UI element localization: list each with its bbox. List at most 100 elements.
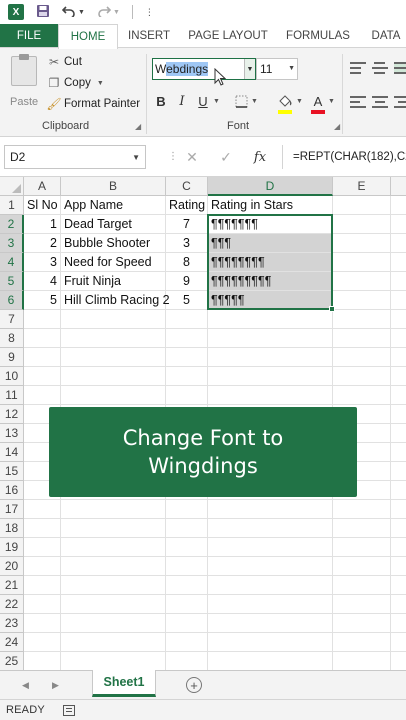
cell-c3[interactable]: 3 [166,234,208,253]
cell-f5[interactable] [391,272,406,291]
cell-e3[interactable] [333,234,391,253]
cell-f18[interactable] [391,519,406,538]
cut-button[interactable]: ✂ Cut [46,52,82,72]
column-header-a[interactable]: A [24,177,61,196]
cell-d6[interactable]: ¶¶¶¶¶ [208,291,333,310]
cell-e5[interactable] [333,272,391,291]
cell-d20[interactable] [208,557,333,576]
cell-d18[interactable] [208,519,333,538]
cell-d25[interactable] [208,652,333,670]
tab-formulas[interactable]: FORMULAS [284,24,352,48]
font-name-combobox[interactable]: Webdings ▼ [152,58,256,80]
row-header-16[interactable]: 16 [0,481,24,500]
cell-d7[interactable] [208,310,333,329]
cell-e8[interactable] [333,329,391,348]
borders-icon[interactable] [232,92,250,110]
column-header-c[interactable]: C [166,177,208,196]
column-header-f[interactable] [391,177,406,196]
column-header-e[interactable]: E [333,177,391,196]
cell-d10[interactable] [208,367,333,386]
cell-e18[interactable] [333,519,391,538]
cell-b8[interactable] [61,329,166,348]
row-header-11[interactable]: 11 [0,386,24,405]
cell-d24[interactable] [208,633,333,652]
cell-b6[interactable]: Hill Climb Racing 2 [61,291,170,310]
cell-b24[interactable] [61,633,166,652]
align-middle-icon[interactable] [372,62,388,74]
column-header-b[interactable]: B [61,177,166,196]
insert-function-button[interactable]: fx [249,147,271,167]
cell-e9[interactable] [333,348,391,367]
align-bottom-icon[interactable] [394,62,406,74]
cell-a2[interactable]: 1 [24,215,61,234]
cell-b2[interactable]: Dead Target [61,215,166,234]
cell-b17[interactable] [61,500,166,519]
cell-d23[interactable] [208,614,333,633]
cell-c21[interactable] [166,576,208,595]
cell-f23[interactable] [391,614,406,633]
tab-home[interactable]: HOME [58,24,118,49]
cell-b9[interactable] [61,348,166,367]
cell-d19[interactable] [208,538,333,557]
formula-input[interactable]: =REPT(CHAR(182),C2 [282,145,406,169]
cell-c22[interactable] [166,595,208,614]
cell-e22[interactable] [333,595,391,614]
align-left-icon[interactable] [350,96,366,108]
cell-c2[interactable]: 7 [166,215,208,234]
cell-f19[interactable] [391,538,406,557]
cell-e7[interactable] [333,310,391,329]
cell-f22[interactable] [391,595,406,614]
row-header-10[interactable]: 10 [0,367,24,386]
cell-b3[interactable]: Bubble Shooter [61,234,166,253]
cell-f2[interactable] [391,215,406,234]
cell-d1[interactable]: Rating in Stars [208,196,333,215]
cell-f21[interactable] [391,576,406,595]
column-header-d[interactable]: D [208,177,333,196]
borders-dropdown-icon[interactable]: ▼ [251,98,258,105]
row-header-24[interactable]: 24 [0,633,24,652]
cell-d5[interactable]: ¶¶¶¶¶¶¶¶¶ [208,272,333,291]
cell-f1[interactable] [391,196,406,215]
cell-b22[interactable] [61,595,166,614]
cell-b5[interactable]: Fruit Ninja [61,272,166,291]
font-size-dropdown-icon[interactable]: ▼ [288,65,295,72]
cell-e23[interactable] [333,614,391,633]
cell-c25[interactable] [166,652,208,670]
cell-a9[interactable] [24,348,61,367]
cell-a18[interactable] [24,519,61,538]
paste-button[interactable]: Paste [8,54,40,110]
cell-f8[interactable] [391,329,406,348]
cell-c23[interactable] [166,614,208,633]
cell-d22[interactable] [208,595,333,614]
row-header-2[interactable]: 2 [0,215,24,234]
cell-e10[interactable] [333,367,391,386]
underline-button[interactable]: U [194,92,212,110]
row-header-4[interactable]: 4 [0,253,24,272]
font-name-dropdown-icon[interactable]: ▼ [244,59,255,79]
cell-d8[interactable] [208,329,333,348]
name-box[interactable]: D2 ▼ [4,145,146,169]
enter-icon[interactable]: ✓ [215,147,237,167]
font-color-button[interactable]: A [309,92,327,110]
cell-b23[interactable] [61,614,166,633]
row-header-17[interactable]: 17 [0,500,24,519]
previous-sheet-icon[interactable]: ◀ [22,680,29,691]
row-header-20[interactable]: 20 [0,557,24,576]
row-header-25[interactable]: 25 [0,652,24,670]
font-name-value[interactable]: Webdings [153,62,209,76]
cell-a11[interactable] [24,386,61,405]
cell-f15[interactable] [391,462,406,481]
select-all-button[interactable] [0,177,24,196]
cell-c4[interactable]: 8 [166,253,208,272]
cell-f11[interactable] [391,386,406,405]
cell-b25[interactable] [61,652,166,670]
cell-b1[interactable]: App Name [61,196,166,215]
cell-f14[interactable] [391,443,406,462]
cell-c18[interactable] [166,519,208,538]
font-launcher-icon[interactable]: ◢ [334,122,340,131]
sheet-tab-sheet1[interactable]: Sheet1 [92,670,156,697]
cell-b4[interactable]: Need for Speed [61,253,166,272]
cell-a25[interactable] [24,652,61,670]
copy-button[interactable]: ❐ Copy ▼ [46,73,104,93]
cell-b7[interactable] [61,310,166,329]
